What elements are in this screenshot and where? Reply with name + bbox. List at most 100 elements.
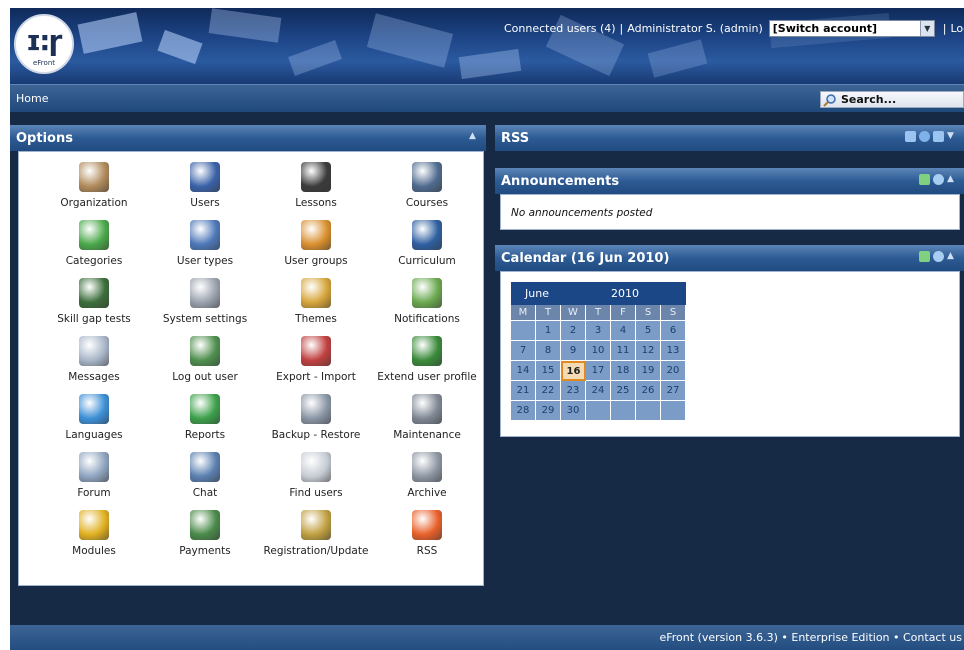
option-label[interactable]: Messages xyxy=(33,371,155,383)
calendar-day[interactable]: 23 xyxy=(561,381,586,401)
option-categories[interactable]: Categories xyxy=(39,220,149,278)
option-label[interactable]: Backup - Restore xyxy=(255,429,377,441)
organization-icon[interactable] xyxy=(79,162,109,192)
option-label[interactable]: Payments xyxy=(144,545,266,557)
calendar-day[interactable]: 30 xyxy=(561,401,586,421)
calendar-day[interactable]: 15 xyxy=(536,361,561,381)
option-reports[interactable]: Reports xyxy=(150,394,260,452)
calendar-day[interactable]: 28 xyxy=(511,401,536,421)
collapse-icon[interactable]: ▲ xyxy=(947,174,958,185)
palette-icon[interactable] xyxy=(301,278,331,308)
option-label[interactable]: User types xyxy=(144,255,266,267)
option-notifications[interactable]: Notifications xyxy=(372,278,482,336)
arrow-down-icon[interactable] xyxy=(905,131,916,142)
collapse-icon[interactable]: ▲ xyxy=(947,251,958,262)
calendar-day[interactable]: 4 xyxy=(611,321,636,341)
search-input[interactable]: Search... xyxy=(820,91,964,108)
chevron-down-icon[interactable]: ▼ xyxy=(947,131,958,142)
option-backup-restore[interactable]: Backup - Restore xyxy=(261,394,371,452)
calendar-day[interactable]: 6 xyxy=(661,321,686,341)
option-label[interactable]: Languages xyxy=(33,429,155,441)
calendar-day[interactable]: 1 xyxy=(536,321,561,341)
calendar-day[interactable]: 5 xyxy=(636,321,661,341)
backup-icon[interactable] xyxy=(301,394,331,424)
calendar-day[interactable]: 26 xyxy=(636,381,661,401)
option-label[interactable]: Extend user profile xyxy=(366,371,488,383)
option-lessons[interactable]: Lessons xyxy=(261,162,371,220)
option-messages[interactable]: Messages xyxy=(39,336,149,394)
option-label[interactable]: Lessons xyxy=(255,197,377,209)
cart-icon[interactable] xyxy=(190,510,220,540)
option-user-groups[interactable]: User groups xyxy=(261,220,371,278)
notification-icon[interactable] xyxy=(412,278,442,308)
extend-profile-icon[interactable] xyxy=(412,336,442,366)
option-themes[interactable]: Themes xyxy=(261,278,371,336)
breadcrumb-home[interactable]: Home xyxy=(16,92,48,105)
calendar-day[interactable]: 22 xyxy=(536,381,561,401)
option-label[interactable]: Registration/Update xyxy=(255,545,377,557)
calendar-day[interactable]: 10 xyxy=(586,341,611,361)
calendar-day[interactable]: 29 xyxy=(536,401,561,421)
move-icon[interactable] xyxy=(919,174,930,185)
calendar-day[interactable]: 21 xyxy=(511,381,536,401)
refresh-icon[interactable] xyxy=(919,131,930,142)
option-maintenance[interactable]: Maintenance xyxy=(372,394,482,452)
logout-user-icon[interactable] xyxy=(190,336,220,366)
option-label[interactable]: Reports xyxy=(144,429,266,441)
option-label[interactable]: System settings xyxy=(144,313,266,325)
option-skill-gap-tests[interactable]: Skill gap tests xyxy=(39,278,149,336)
wrench-icon[interactable] xyxy=(190,278,220,308)
key-icon[interactable] xyxy=(301,510,331,540)
option-label[interactable]: Notifications xyxy=(366,313,488,325)
option-label[interactable]: Organization xyxy=(33,197,155,209)
calendar-month[interactable]: June xyxy=(511,287,563,300)
calendar-day[interactable]: 24 xyxy=(586,381,611,401)
gear-icon[interactable] xyxy=(412,452,442,482)
cloud-icon[interactable] xyxy=(933,174,944,185)
curriculum-icon[interactable] xyxy=(412,220,442,250)
user-groups-icon[interactable] xyxy=(301,220,331,250)
calendar-day[interactable]: 19 xyxy=(636,361,661,381)
option-label[interactable]: Modules xyxy=(33,545,155,557)
calendar-day[interactable]: 27 xyxy=(661,381,686,401)
collapse-icon[interactable]: ▲ xyxy=(469,131,480,142)
globe-icon[interactable] xyxy=(79,394,109,424)
option-forum[interactable]: Forum xyxy=(39,452,149,510)
option-label[interactable]: User groups xyxy=(255,255,377,267)
option-curriculum[interactable]: Curriculum xyxy=(372,220,482,278)
calendar-day[interactable]: 18 xyxy=(611,361,636,381)
option-find-users[interactable]: Find users xyxy=(261,452,371,510)
calendar-day[interactable]: 20 xyxy=(661,361,686,381)
calendar-day[interactable]: 16 xyxy=(561,361,586,381)
option-user-types[interactable]: User types xyxy=(150,220,260,278)
calendar-day[interactable]: 9 xyxy=(561,341,586,361)
envelope-icon[interactable] xyxy=(79,336,109,366)
option-label[interactable]: Curriculum xyxy=(366,255,488,267)
calendar-day[interactable]: 2 xyxy=(561,321,586,341)
skill-test-icon[interactable] xyxy=(79,278,109,308)
calendar-day[interactable]: 14 xyxy=(511,361,536,381)
calendar-day[interactable]: 8 xyxy=(536,341,561,361)
option-label[interactable]: Users xyxy=(144,197,266,209)
chat-icon[interactable] xyxy=(190,452,220,482)
option-rss[interactable]: RSS xyxy=(372,510,482,568)
calendar-year[interactable]: 2010 xyxy=(563,287,639,300)
reports-icon[interactable] xyxy=(190,394,220,424)
maintenance-icon[interactable] xyxy=(412,394,442,424)
puzzle-icon[interactable] xyxy=(79,510,109,540)
user-icon[interactable] xyxy=(190,162,220,192)
option-label[interactable]: Courses xyxy=(366,197,488,209)
option-registration-update[interactable]: Registration/Update xyxy=(261,510,371,568)
option-chat[interactable]: Chat xyxy=(150,452,260,510)
option-label[interactable]: Skill gap tests xyxy=(33,313,155,325)
rss-icon[interactable] xyxy=(412,510,442,540)
option-label[interactable]: Log out user xyxy=(144,371,266,383)
efront-logo[interactable]: ɪ:ɼ eFront xyxy=(14,14,74,74)
move-icon[interactable] xyxy=(919,251,930,262)
option-label[interactable]: Export - Import xyxy=(255,371,377,383)
option-payments[interactable]: Payments xyxy=(150,510,260,568)
option-modules[interactable]: Modules xyxy=(39,510,149,568)
option-export-import[interactable]: Export - Import xyxy=(261,336,371,394)
categories-icon[interactable] xyxy=(79,220,109,250)
calendar-day[interactable]: 11 xyxy=(611,341,636,361)
